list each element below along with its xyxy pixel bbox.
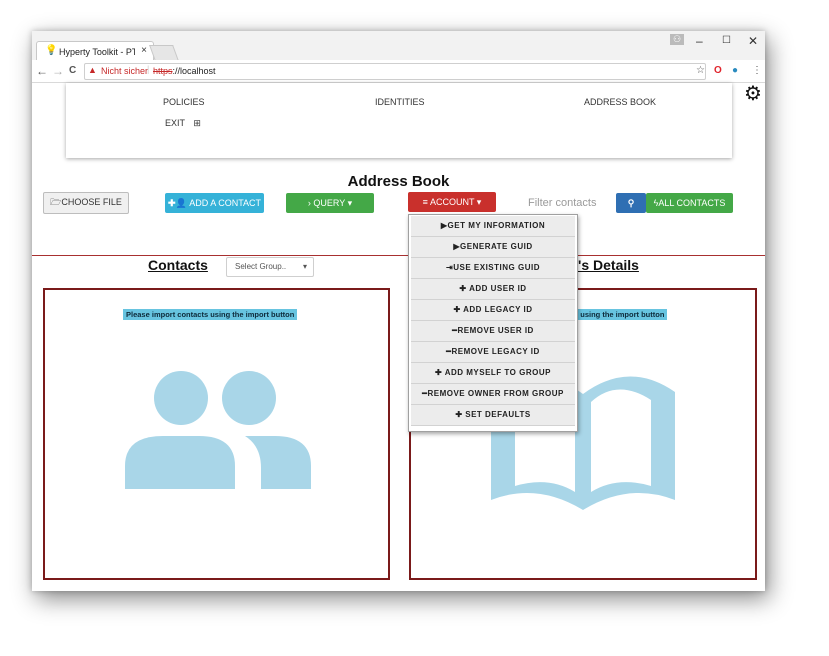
menu-item-remove-legacy-id[interactable]: ━REMOVE LEGACY ID — [411, 342, 575, 363]
all-contacts-button[interactable]: ϟALL CONTACTS — [646, 193, 733, 213]
back-icon[interactable]: ← — [36, 64, 48, 78]
import-note: Please import contacts using the import … — [123, 309, 298, 320]
nav-exit-label: EXIT — [165, 118, 185, 128]
menu-item-get-my-information[interactable]: ▶GET MY INFORMATION — [411, 216, 575, 237]
star-icon[interactable]: ☆ — [696, 65, 705, 76]
menu-item-label: ADD USER ID — [469, 284, 527, 293]
query-label: QUERY — [313, 198, 346, 208]
choose-file-button[interactable]: 🗁CHOOSE FILE — [43, 192, 129, 214]
new-tab-button[interactable] — [149, 45, 179, 61]
tab-title: Hyperty Toolkit - PTInov — [59, 47, 135, 57]
nav-address-book[interactable]: ADDRESS BOOK — [584, 97, 656, 107]
choose-file-label: CHOOSE FILE — [61, 197, 122, 207]
account-label: ACCOUNT — [429, 197, 475, 207]
minimize-icon[interactable]: – — [696, 34, 703, 48]
menu-item-generate-guid[interactable]: ▶GENERATE GUID — [411, 237, 575, 258]
add-contact-button[interactable]: ✚👤 ADD A CONTACT — [165, 193, 264, 213]
menu-item-add-legacy-id[interactable]: ✚ ADD LEGACY ID — [411, 300, 575, 321]
url-text: https://localhost — [153, 66, 216, 76]
search-icon: ⚲ — [627, 198, 635, 208]
menu-item-label: USE EXISTING GUID — [453, 263, 540, 272]
contacts-panel: Please import contacts using the import … — [43, 288, 390, 580]
play-icon: ▶ — [440, 221, 448, 230]
menu-item-label: REMOVE LEGACY ID — [451, 347, 540, 356]
plus-icon: ✚ — [459, 284, 467, 293]
menu-item-label: GET MY INFORMATION — [447, 221, 546, 230]
menu-bars-icon: ≡ — [422, 197, 430, 207]
security-label[interactable]: Nicht sicher — [101, 66, 148, 76]
query-button[interactable]: › QUERY ▾ — [286, 193, 374, 213]
plus-icon: ✚ — [453, 305, 461, 314]
url-host: ://localhost — [172, 66, 216, 76]
warning-icon: ▲ — [88, 65, 97, 75]
details-import-note: s using the import button — [571, 309, 668, 320]
logout-icon: ⊞ — [193, 118, 201, 128]
menu-item-use-existing-guid[interactable]: ⇥USE EXISTING GUID — [411, 258, 575, 279]
menu-item-label: REMOVE USER ID — [457, 326, 534, 335]
caret-down-icon: ▾ — [302, 262, 307, 271]
extension-icon[interactable]: ● — [732, 65, 738, 76]
menu-item-label: SET DEFAULTS — [465, 410, 531, 419]
folder-icon: 🗁 — [50, 197, 62, 207]
browser-window: 💡 Hyperty Toolkit - PTInov × ⚇ – ☐ ✕ ← →… — [32, 31, 765, 591]
menu-icon[interactable]: ⋮ — [752, 65, 762, 76]
close-window-icon[interactable]: ✕ — [748, 34, 758, 48]
contacts-heading: Contacts — [148, 257, 208, 273]
menu-item-label: GENERATE GUID — [460, 242, 533, 251]
nav-identities[interactable]: IDENTITIES — [375, 97, 425, 107]
account-button[interactable]: ≡ ACCOUNT ▾ — [408, 192, 496, 212]
select-group-value: Select Group.. — [235, 262, 287, 271]
select-group-dropdown[interactable]: Select Group.. ▾ — [226, 257, 314, 277]
address-bar[interactable]: ▲ Nicht sicher | https://localhost — [84, 63, 706, 80]
plus-icon: ✚ — [435, 368, 443, 377]
add-contact-label: ADD A CONTACT — [189, 198, 262, 208]
menu-item-remove-owner-from-group[interactable]: ━REMOVE OWNER FROM GROUP — [411, 384, 575, 405]
nav-exit[interactable]: EXIT ⊞ — [165, 118, 201, 129]
maximize-icon[interactable]: ☐ — [722, 35, 731, 46]
forward-icon[interactable]: → — [52, 64, 64, 78]
account-dropdown-menu: ▶GET MY INFORMATION ▶GENERATE GUID ⇥USE … — [408, 214, 578, 432]
filter-contacts-input[interactable]: Filter contacts — [528, 193, 616, 213]
menu-item-label: ADD MYSELF TO GROUP — [444, 368, 551, 377]
user-icon[interactable]: ⚇ — [670, 34, 685, 45]
browser-toolbar: ← → C ▲ Nicht sicher | https://localhost… — [32, 60, 765, 83]
reload-icon[interactable]: C — [69, 65, 76, 76]
caret-down-icon: ▾ — [474, 197, 482, 207]
app-nav-card: POLICIES IDENTITIES ADDRESS BOOK EXIT ⊞ — [66, 83, 732, 158]
tab-close-icon[interactable]: × — [141, 45, 147, 56]
browser-titlebar: 💡 Hyperty Toolkit - PTInov × ⚇ – ☐ ✕ — [32, 31, 765, 61]
nav-policies[interactable]: POLICIES — [163, 97, 205, 107]
plus-icon: ✚ — [455, 410, 463, 419]
caret-down-icon: ▾ — [345, 198, 353, 208]
lightbulb-icon: 💡 — [45, 45, 58, 56]
contacts-placeholder-icon — [125, 371, 311, 489]
menu-item-label: ADD LEGACY ID — [463, 305, 533, 314]
browser-tab[interactable]: 💡 Hyperty Toolkit - PTInov × — [36, 41, 154, 61]
menu-item-set-defaults[interactable]: ✚ SET DEFAULTS — [411, 405, 575, 426]
page-title: Address Book — [347, 173, 450, 190]
section-divider — [32, 255, 765, 256]
gear-icon[interactable]: ⚙ — [744, 81, 762, 106]
all-contacts-label: ALL CONTACTS — [658, 198, 726, 208]
url-scheme: https — [153, 66, 173, 76]
menu-item-remove-user-id[interactable]: ━REMOVE USER ID — [411, 321, 575, 342]
add-user-icon: ✚👤 — [167, 198, 190, 208]
menu-item-label: REMOVE OWNER FROM GROUP — [427, 389, 564, 398]
opera-icon[interactable]: O — [714, 65, 722, 76]
search-button[interactable]: ⚲ — [616, 193, 646, 213]
separator: | — [147, 64, 150, 74]
menu-item-add-user-id[interactable]: ✚ ADD USER ID — [411, 279, 575, 300]
menu-item-add-myself-to-group[interactable]: ✚ ADD MYSELF TO GROUP — [411, 363, 575, 384]
details-heading: 's Details — [578, 257, 639, 273]
